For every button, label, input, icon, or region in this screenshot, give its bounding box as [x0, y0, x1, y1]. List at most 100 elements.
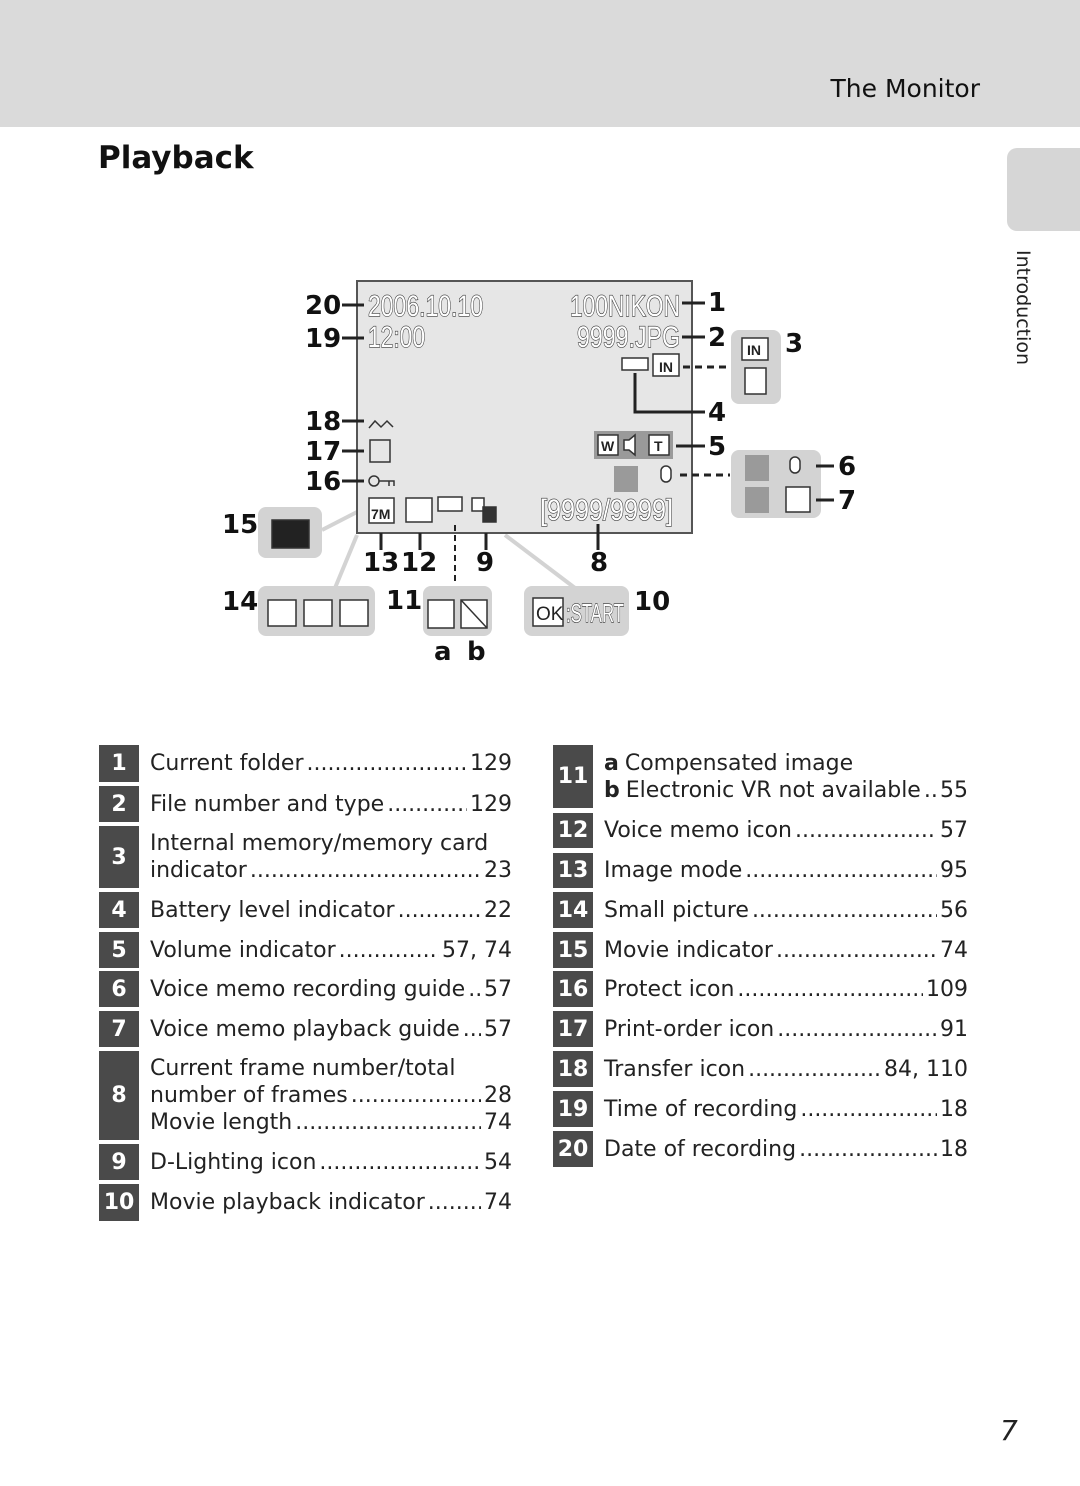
legend-text: Battery level indicator 22	[150, 892, 512, 928]
legend-line: Print-order icon 91	[604, 1016, 968, 1043]
dot-leader	[319, 1149, 481, 1176]
record-guide-icon	[745, 455, 769, 481]
legend-number: 18	[553, 1051, 593, 1087]
file-readout: 9999.JPG	[577, 321, 680, 354]
frame-counter: [9999/9999]	[540, 494, 673, 527]
dot-leader	[306, 750, 467, 777]
svg-text:6: 6	[838, 452, 856, 482]
legend-item-11: 11 a Compensated image b Electronic VR not a…	[553, 745, 968, 808]
legend-label: Voice memo recording guide	[150, 976, 466, 1002]
dot-leader	[752, 897, 937, 924]
svg-text:4: 4	[708, 398, 726, 428]
legend-label: Voice memo playback guide	[150, 1016, 460, 1042]
svg-text:11: 11	[386, 586, 422, 616]
legend-number: 19	[553, 1091, 593, 1127]
legend-line: Date of recording 18	[604, 1136, 968, 1163]
page-reference: 74	[484, 1190, 512, 1215]
legend-line: Movie playback indicator 74	[150, 1189, 512, 1216]
dot-leader	[468, 976, 481, 1003]
dot-leader	[748, 1056, 881, 1083]
page-reference: 28	[484, 1083, 512, 1108]
voice-memo-icon	[405, 497, 433, 523]
legend-line: D-Lighting icon 54	[150, 1149, 512, 1176]
microphone-icon	[660, 465, 672, 483]
page-reference: 74	[940, 937, 968, 963]
legend-number: 14	[553, 892, 593, 928]
svg-text:19: 19	[305, 324, 341, 354]
legend-text: Current folder 129	[150, 745, 512, 782]
svg-text:10: 10	[634, 587, 670, 617]
svg-text:14: 14	[222, 587, 258, 617]
folder-readout: 100NIKON	[570, 290, 680, 323]
dot-leader	[295, 1109, 481, 1136]
svg-text:20: 20	[305, 291, 341, 321]
dot-leader	[428, 1189, 481, 1216]
legend-item-19: 19 Time of recording 18	[553, 1091, 968, 1127]
page-reference: 54	[484, 1149, 512, 1175]
legend-text: Protect icon 109	[604, 971, 968, 1007]
page-reference: 57	[484, 976, 512, 1002]
dot-leader	[398, 897, 481, 924]
legend-text: Volume indicator 57, 74	[150, 932, 512, 968]
page-number: 7	[1000, 1414, 1018, 1447]
movie-icon	[271, 519, 310, 549]
legend-line: Current frame number/total	[150, 1055, 512, 1082]
legend-line: File number and type 129	[150, 791, 512, 818]
legend-number: 6	[99, 971, 139, 1007]
date-readout: 2006.10.10	[368, 290, 483, 323]
legend-label: Electronic VR not available	[625, 777, 921, 803]
svg-text:17: 17	[305, 437, 341, 467]
legend-number: 10	[99, 1184, 139, 1221]
legend-text: Print-order icon 91	[604, 1011, 968, 1047]
legend-text: Movie playback indicator 74	[150, 1184, 512, 1221]
legend-line: Movie indicator 74	[604, 937, 968, 964]
legend-label: Compensated image	[624, 750, 854, 776]
compensated-image-icon	[427, 599, 455, 629]
legend-item-18: 18 Transfer icon 84, 110	[553, 1051, 968, 1087]
legend-item-15: 15 Movie indicator 74	[553, 932, 968, 968]
svg-text:2: 2	[708, 323, 726, 353]
legend-line: Current folder 129	[150, 750, 512, 777]
legend-label: number of frames	[150, 1083, 348, 1108]
start-label: :START	[566, 598, 624, 628]
legend-label: Time of recording	[604, 1096, 798, 1122]
svg-text:3: 3	[785, 329, 803, 359]
legend-number: 8	[99, 1051, 139, 1140]
legend-item-17: 17 Print-order icon 91	[553, 1011, 968, 1047]
page-reference: 22	[484, 897, 512, 923]
legend-label: Transfer icon	[604, 1056, 746, 1082]
legend-item-5: 5 Volume indicator 57, 74	[99, 932, 512, 968]
legend-line: Internal memory/memory card	[150, 830, 512, 857]
legend-text: Small picture 56	[604, 892, 968, 928]
legend-line: bElectronic VR not available 55	[604, 777, 968, 804]
legend-item-10: 10 Movie playback indicator 74	[99, 1184, 512, 1221]
dot-leader	[800, 1096, 937, 1123]
dot-leader	[250, 857, 481, 884]
legend-line: Transfer icon 84, 110	[604, 1056, 968, 1083]
legend-label: File number and type	[150, 791, 385, 817]
small-picture-icon-medium	[303, 599, 333, 627]
dot-leader	[463, 1016, 481, 1043]
page-reference: 129	[470, 751, 512, 776]
legend-line: Battery level indicator 22	[150, 897, 512, 924]
legend-item-6: 6 Voice memo recording guide 57	[99, 971, 512, 1007]
legend-label: Internal memory/memory card	[150, 831, 489, 856]
page-reference: 109	[926, 976, 968, 1002]
dot-leader	[351, 1082, 481, 1109]
legend-number: 17	[553, 1011, 593, 1047]
legend-item-2: 2 File number and type 129	[99, 786, 512, 822]
legend-text: Movie indicator 74	[604, 932, 968, 968]
page-reference: 57, 74	[442, 937, 512, 963]
legend-number: 15	[553, 932, 593, 968]
small-picture-icon-large	[267, 599, 297, 627]
page-reference: 23	[484, 858, 512, 883]
d-lighting-icon	[471, 497, 485, 512]
page-reference: 74	[484, 1110, 512, 1135]
legend-item-16: 16 Protect icon 109	[553, 971, 968, 1007]
tele-label: T	[654, 438, 663, 454]
dot-leader	[924, 777, 937, 804]
legend-label: Small picture	[604, 897, 749, 923]
legend-label: Date of recording	[604, 1136, 797, 1162]
dot-leader	[339, 937, 439, 964]
page-reference: 55	[940, 777, 968, 803]
